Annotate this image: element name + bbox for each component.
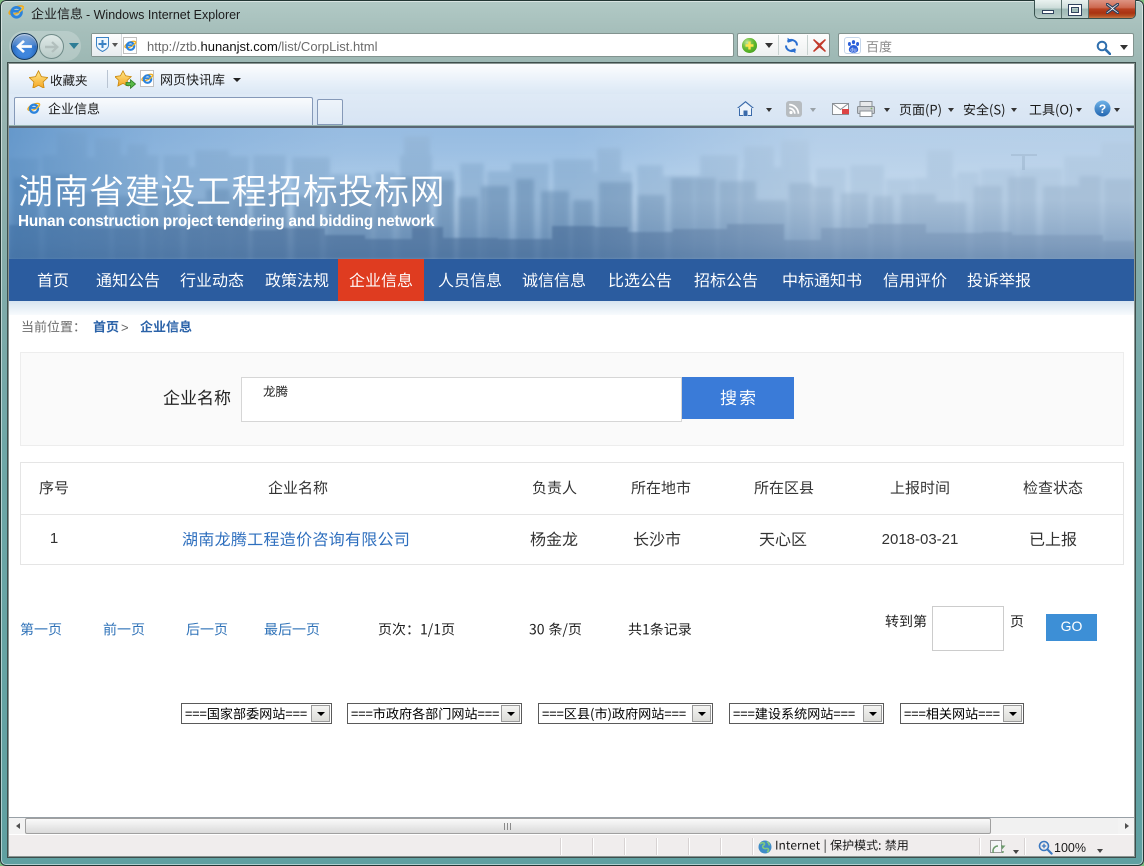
svg-text:du: du xyxy=(850,47,856,53)
svg-text:?: ? xyxy=(1099,102,1106,116)
